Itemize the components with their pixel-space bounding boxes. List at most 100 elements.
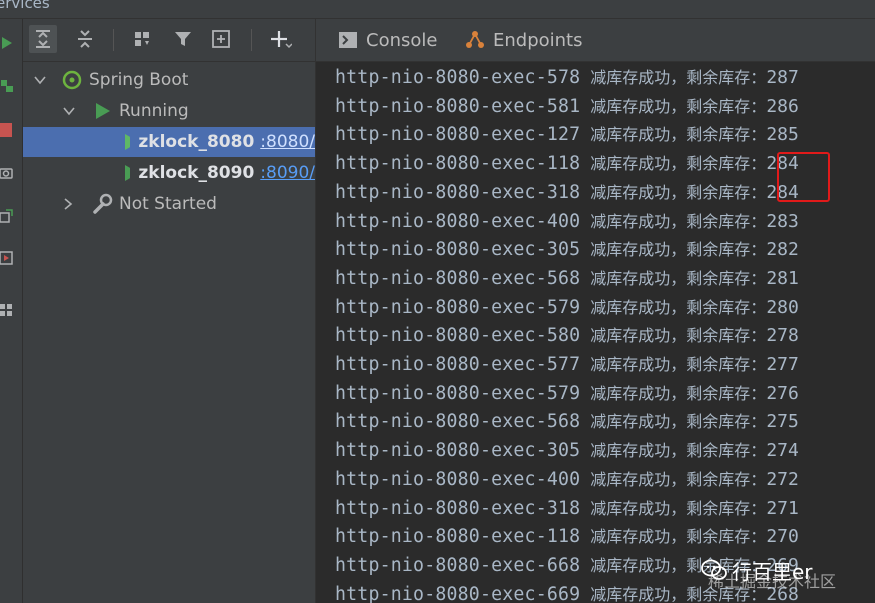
log-line: http-nio-8080-exec-577 减库存成功，剩余库存：277 [335,351,799,379]
log-message: 减库存成功，剩余库存： [590,240,767,260]
log-value: 287 [766,67,799,88]
stop-icon[interactable] [0,123,14,137]
console-output[interactable]: http-nio-8080-exec-578 减库存成功，剩余库存：287 htt… [316,62,875,603]
tab-endpoints[interactable]: Endpoints [464,19,583,61]
tree-node-zklock-8090[interactable]: zklock_8090 :8090/ [23,158,315,188]
tab-console-label: Console [366,29,438,51]
log-value: 272 [766,468,799,490]
log-message: 减库存成功，剩余库存： [590,96,767,116]
log-line: http-nio-8080-exec-578 减库存成功，剩余库存：287 [335,64,799,92]
log-message: 减库存成功，剩余库存： [590,355,767,374]
tree-node-spring-boot[interactable]: Spring Boot [23,65,315,95]
log-thread: http-nio-8080-exec-318 [335,181,581,203]
debug-icon[interactable] [0,251,14,265]
log-thread: http-nio-8080-exec-668 [335,554,581,576]
log-thread: http-nio-8080-exec-305 [335,239,581,261]
run-icon [125,134,131,150]
new-service-button[interactable] [209,25,237,53]
log-thread: http-nio-8080-exec-581 [335,95,581,117]
wrench-icon [93,193,113,214]
services-panel: Spring Boot Running zklock_8080 :8080/ z… [23,19,316,603]
log-value: 281 [766,267,799,289]
tab-console[interactable]: Console [338,19,437,61]
log-line: http-nio-8080-exec-579 减库存成功，剩余库存：276 [335,380,799,408]
log-message: 减库存成功，剩余库存： [590,527,767,547]
endpoints-icon [466,31,484,48]
log-line: http-nio-8080-exec-400 减库存成功，剩余库存：283 [335,208,799,236]
log-message: 减库存成功，剩余库存： [590,297,767,317]
log-value: 276 [766,382,799,404]
deploy-icon[interactable] [0,79,14,93]
expand-all-button[interactable] [29,25,57,53]
log-message: 减库存成功，剩余库存： [590,268,767,288]
expand-all-icon [36,30,50,48]
add-service-icon [212,30,230,48]
log-value: 275 [766,411,799,433]
log-value: 282 [766,239,799,261]
group-by-button[interactable] [129,25,157,53]
watermark-sub: 稀土掘金技术社区 [708,572,837,591]
filter-button[interactable] [169,25,197,53]
log-value: 285 [766,124,799,146]
app-port-link[interactable]: :8080/ [260,132,315,152]
rerun-icon[interactable] [0,36,14,50]
log-message: 减库存成功，剩余库存： [590,498,767,518]
log-thread: http-nio-8080-exec-305 [335,440,581,462]
left-action-strip [0,19,23,603]
layout-icon[interactable] [0,304,14,318]
log-value: 283 [766,210,799,232]
console-icon [339,32,357,48]
log-thread: http-nio-8080-exec-318 [335,497,581,519]
log-thread: http-nio-8080-exec-578 [335,67,581,88]
log-message: 减库存成功，剩余库存： [590,211,767,231]
services-toolbar [23,19,315,62]
log-line: http-nio-8080-exec-305 减库存成功，剩余库存：274 [335,437,799,465]
log-value: 280 [766,296,799,318]
log-value: 270 [766,526,799,548]
tree-node-running[interactable]: Running [23,96,315,126]
app-port-link[interactable]: :8090/ [260,163,315,183]
log-line: http-nio-8080-exec-118 减库存成功，剩余库存：270 [335,523,799,551]
log-thread: http-nio-8080-exec-568 [335,411,581,433]
log-line: http-nio-8080-exec-568 减库存成功，剩余库存：275 [335,408,799,436]
tree-node-zklock-8080[interactable]: zklock_8080 :8080/ [23,127,315,157]
duplicate-value-highlight [777,152,830,202]
tool-tabs: Console Endpoints [316,19,875,62]
log-thread: http-nio-8080-exec-579 [335,296,581,318]
chevron-right-icon[interactable] [61,197,75,211]
log-line: http-nio-8080-exec-580 减库存成功，剩余库存：278 [335,322,799,350]
chevron-down-icon[interactable] [33,73,47,87]
log-thread: http-nio-8080-exec-669 [335,583,581,603]
log-message: 减库存成功，剩余库存： [590,154,767,174]
log-thread: http-nio-8080-exec-580 [335,325,581,347]
log-line: http-nio-8080-exec-318 减库存成功，剩余库存：271 [335,495,799,523]
log-line: http-nio-8080-exec-568 减库存成功，剩余库存：281 [335,265,799,293]
collapse-all-button[interactable] [71,25,99,53]
log-thread: http-nio-8080-exec-579 [335,382,581,404]
tree-node-not-started[interactable]: Not Started [23,189,315,219]
camera-icon[interactable] [0,166,14,180]
add-button[interactable] [267,25,295,53]
filter-icon [175,32,191,46]
log-thread: http-nio-8080-exec-568 [335,267,581,289]
log-message: 减库存成功，剩余库存： [590,441,767,461]
log-thread: http-nio-8080-exec-400 [335,468,581,490]
plus-icon [271,31,292,49]
tree-label-running: Running [119,101,189,121]
log-thread: http-nio-8080-exec-118 [335,153,581,175]
log-line: http-nio-8080-exec-318 减库存成功，剩余库存：284 [335,179,799,207]
chevron-down-icon[interactable] [62,104,76,118]
log-message: 减库存成功，剩余库存： [590,182,767,202]
log-message: 减库存成功，剩余库存： [590,125,767,145]
log-value: 274 [766,440,799,462]
log-message: 减库存成功，剩余库存： [590,326,767,346]
window-title-bar: ervices [0,0,875,19]
log-line: http-nio-8080-exec-127 减库存成功，剩余库存：285 [335,121,799,149]
log-line: http-nio-8080-exec-400 减库存成功，剩余库存：272 [335,466,799,494]
tab-endpoints-label: Endpoints [493,29,583,51]
log-thread: http-nio-8080-exec-118 [335,526,581,548]
open-in-new-icon[interactable] [0,209,14,223]
spring-boot-icon [62,70,82,90]
log-line: http-nio-8080-exec-118 减库存成功，剩余库存：284 [335,150,799,178]
log-value: 278 [766,325,799,347]
